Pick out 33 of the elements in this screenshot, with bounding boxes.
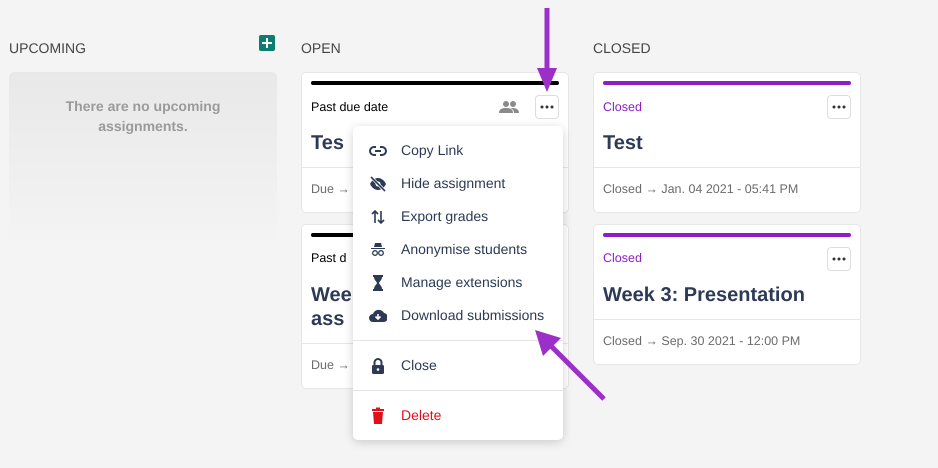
menu-item[interactable]: Delete bbox=[353, 399, 563, 432]
empty-message: There are no upcoming assignments. bbox=[64, 97, 222, 136]
dots-icon bbox=[540, 105, 554, 109]
assignment-title: Test bbox=[603, 131, 643, 156]
dots-icon bbox=[832, 105, 846, 109]
arrows-up-down-icon bbox=[369, 208, 387, 226]
status-label: Closed bbox=[603, 250, 642, 268]
column-heading: OPEN bbox=[301, 38, 341, 58]
more-button[interactable] bbox=[827, 95, 851, 119]
eye-slash-icon bbox=[369, 174, 387, 192]
menu-item[interactable]: Anonymise students bbox=[353, 233, 563, 266]
status-label: Closed bbox=[603, 98, 642, 116]
status-label: Past d bbox=[311, 250, 346, 268]
assignment-title: Tes bbox=[311, 131, 344, 156]
menu-item[interactable]: Hide assignment bbox=[353, 167, 563, 200]
spy-icon bbox=[369, 240, 387, 258]
trash-icon bbox=[369, 406, 387, 424]
assignment-title: Wee ass bbox=[311, 282, 352, 332]
dots-icon bbox=[832, 256, 846, 261]
menu-item[interactable]: Download submissions bbox=[353, 299, 563, 332]
due-date: Closed → Sep. 30 2021 - 12:00 PM bbox=[594, 318, 860, 364]
assignment-title: Week 3: Presentation bbox=[603, 282, 805, 308]
menu-item[interactable]: Copy Link bbox=[353, 134, 563, 167]
status-label: Past due date bbox=[311, 98, 388, 116]
column-heading: UPCOMING bbox=[9, 38, 86, 58]
more-button[interactable] bbox=[827, 246, 851, 271]
column-heading: CLOSED bbox=[593, 38, 651, 58]
lock-icon bbox=[369, 356, 387, 374]
add-button[interactable] bbox=[259, 35, 275, 51]
menu-item[interactable]: Close bbox=[353, 349, 563, 382]
more-button[interactable] bbox=[535, 95, 559, 119]
due-date: Closed → Jan. 04 2021 - 05:41 PM bbox=[594, 167, 860, 212]
menu-item[interactable]: Manage extensions bbox=[353, 266, 563, 299]
